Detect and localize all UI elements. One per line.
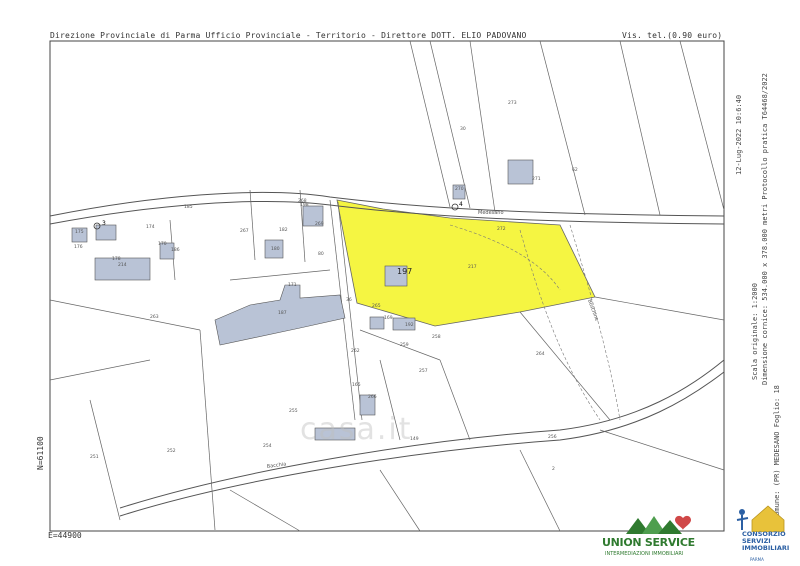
parcel-label: 254 [263,443,272,449]
parcel-label: 182 [279,227,288,233]
road-label-boschine: Boschine [586,299,599,322]
point-marker [451,203,459,211]
building [95,224,117,241]
parcel-label: 170 [158,241,167,247]
meta-frame: Dimensione cornice: 534.000 x 378.000 me… [761,73,769,385]
houses-icon [626,515,691,534]
parcel-label: 174 [146,224,155,230]
parcel-label: 185 [184,204,193,210]
parcel-label: 257 [419,368,428,374]
cadastral-map[interactable]: 3 4 197 Medesano Boschine Bacchia 170171… [0,0,800,566]
parcel-label: 268 [298,198,307,204]
building [507,159,534,185]
consorzio-name: CONSORZIO SERVIZI IMMOBILIARI [742,530,790,552]
parcel-label: 264 [536,351,545,357]
parcel-label: 36 [346,297,352,303]
parcel-label: 267 [240,228,249,234]
parcel-label: 259 [400,342,409,348]
watermark: casa.it [300,412,413,447]
consorzio-city: PARMA [750,557,764,562]
parcel-label: 30 [460,126,466,132]
parcel-label: 187 [278,310,287,316]
road-bacchia [119,359,725,517]
parcel-label: 251 [90,454,99,460]
parcel-number-highlighted: 197 [397,267,412,276]
meta-scale: Scala originale: 1:2000 [751,283,759,380]
parcel-label: 80 [318,251,324,257]
parcel-label: 263 [150,314,159,320]
building [369,316,385,330]
union-service-name: UNION SERVICE [602,536,695,549]
coordinate-north: N=61100 [36,436,45,470]
parcel-label: 176 [74,244,83,250]
parcel-label: 252 [167,448,176,454]
parcel-label: 255 [289,408,298,414]
union-service-tagline: INTERMEDIAZIONI IMMOBILIARI [605,551,684,557]
parcel-label: 217 [468,264,477,270]
parcel-label: 171 [288,282,297,288]
parcel-label: 2 [552,466,555,472]
union-service-logo: UNION SERVICE INTERMEDIAZIONI IMMOBILIAR… [598,506,708,562]
parcel-label: 273 [508,100,517,106]
parcel-label: 266 [368,394,377,400]
parcel-label: 180 [271,246,280,252]
marker-3: 3 [102,220,106,227]
coordinate-east: E=44900 [48,531,82,540]
parcel-label: 178 [112,256,121,262]
parcel-label: 169 [384,315,393,321]
parcel-label: 269 [315,221,324,227]
parcel-label: 265 [372,303,381,309]
house-figure-icon [736,505,785,533]
parcel-label: 271 [532,176,541,182]
road-label-medesano: Medesano [478,210,504,216]
parcel-label: 270 [455,186,464,192]
parcel-label: 262 [351,348,360,354]
parcel-label: 256 [548,434,557,440]
parcel-label: 214 [118,262,127,268]
parcel-label: 175 [75,229,84,235]
parcel-label: 62 [572,167,578,173]
consorzio-logo: CONSORZIO SERVIZI IMMOBILIARI PARMA [712,500,800,564]
meta-date: 12-Lug-2022 10:6:40 [735,94,743,175]
parcel-label: 165 [352,382,361,388]
building [94,257,151,281]
parcel-label: 272 [497,226,506,232]
parcel-label: 186 [171,247,180,253]
parcel-label: 258 [432,334,441,340]
heart-icon [675,515,691,530]
marker-4: 4 [459,201,463,208]
parcel-label: 192 [405,322,414,328]
